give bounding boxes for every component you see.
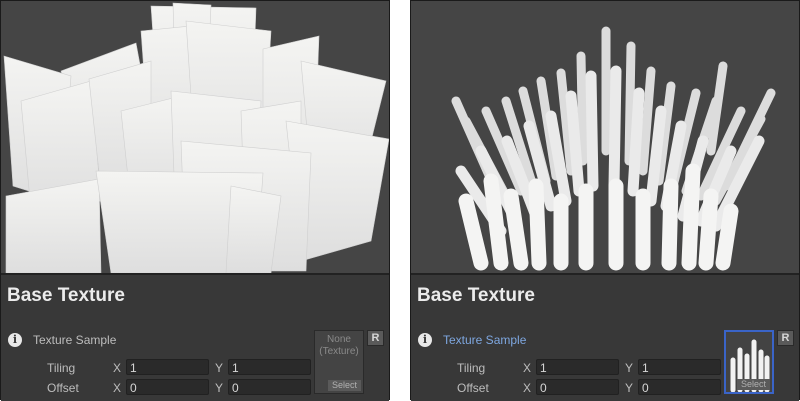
texture-none-text: None (Texture) [319,334,359,357]
tiling-y-field[interactable]: 1 [638,359,721,375]
section-title: Base Texture [417,285,535,306]
tiling-y-axis-label: Y [215,361,224,375]
reset-button[interactable]: R [777,330,794,346]
tiling-y-axis-label: Y [625,361,634,375]
info-icon[interactable]: i [418,333,432,347]
offset-x-axis-label: X [113,381,122,395]
scene-viewport[interactable] [411,1,799,273]
flat-blades-mesh [3,2,389,273]
reset-button[interactable]: R [367,330,384,346]
offset-y-axis-label: Y [625,381,634,395]
texture-slot[interactable]: Select [724,330,774,394]
offset-y-axis-label: Y [215,381,224,395]
offset-label: Offset [47,381,79,395]
texture-sample-label: Texture Sample [33,333,117,347]
material-inspector: Base Texture i Texture Sample Tiling X 1… [1,273,389,401]
material-preview-panel-right: Base Texture i Texture Sample Tiling X 1… [410,0,800,401]
tiling-x-field[interactable]: 1 [536,359,619,375]
info-icon[interactable]: i [8,333,22,347]
material-inspector: Base Texture i Texture Sample Tiling X 1… [411,273,799,401]
texture-slot[interactable]: None (Texture) Select [314,330,364,394]
tiling-y-field[interactable]: 1 [228,359,311,375]
offset-x-field[interactable]: 0 [536,379,619,395]
material-preview-panel-left: Base Texture i Texture Sample Tiling X 1… [0,0,390,401]
offset-y-field[interactable]: 0 [228,379,311,395]
tiling-label: Tiling [47,361,76,375]
rounded-blades-mesh [451,26,776,271]
offset-x-field[interactable]: 0 [126,379,209,395]
offset-x-axis-label: X [523,381,532,395]
texture-sample-label: Texture Sample [443,333,527,347]
offset-y-field[interactable]: 0 [638,379,721,395]
tiling-x-axis-label: X [523,361,532,375]
tiling-x-axis-label: X [113,361,122,375]
offset-label: Offset [457,381,489,395]
tiling-x-field[interactable]: 1 [126,359,209,375]
texture-select-button[interactable]: Select [736,379,770,390]
tiling-label: Tiling [457,361,486,375]
section-title: Base Texture [7,285,125,306]
texture-select-button[interactable]: Select [327,380,361,391]
scene-viewport[interactable] [1,1,389,273]
